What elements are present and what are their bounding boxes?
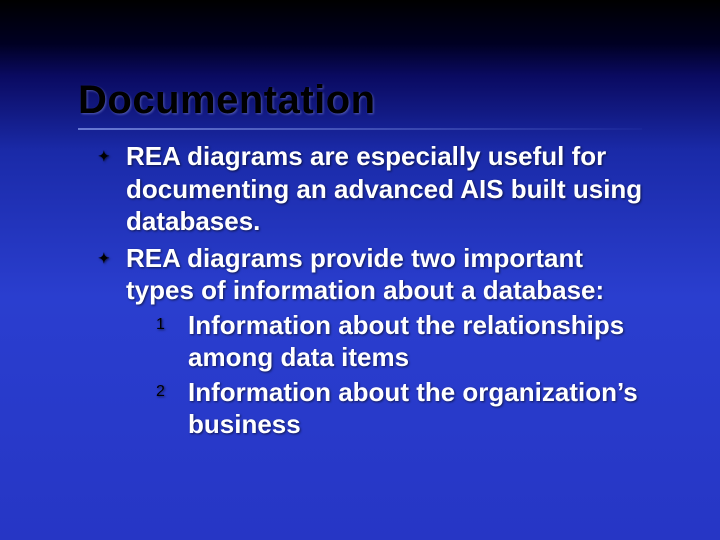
bullet-text: REA diagrams provide two important types… [126, 243, 604, 306]
bullet-text: REA diagrams are especially useful for d… [126, 141, 642, 236]
slide-title: Documentation [78, 78, 376, 123]
number-marker: 1 [156, 315, 165, 335]
numbered-item: 2 Information about the organization’s b… [126, 376, 646, 441]
numbered-item: 1 Information about the relationships am… [126, 309, 646, 374]
slide-body: ✦ REA diagrams are especially useful for… [98, 140, 646, 445]
number-marker: 2 [156, 382, 165, 402]
bullet-icon: ✦ [98, 250, 110, 268]
title-underline [78, 128, 642, 130]
slide: Documentation ✦ REA diagrams are especia… [0, 0, 720, 540]
numbered-text: Information about the organization’s bus… [188, 377, 638, 440]
bullet-icon: ✦ [98, 148, 110, 166]
bullet-item: ✦ REA diagrams are especially useful for… [98, 140, 646, 238]
bullet-item: ✦ REA diagrams provide two important typ… [98, 242, 646, 441]
numbered-text: Information about the relationships amon… [188, 310, 624, 373]
